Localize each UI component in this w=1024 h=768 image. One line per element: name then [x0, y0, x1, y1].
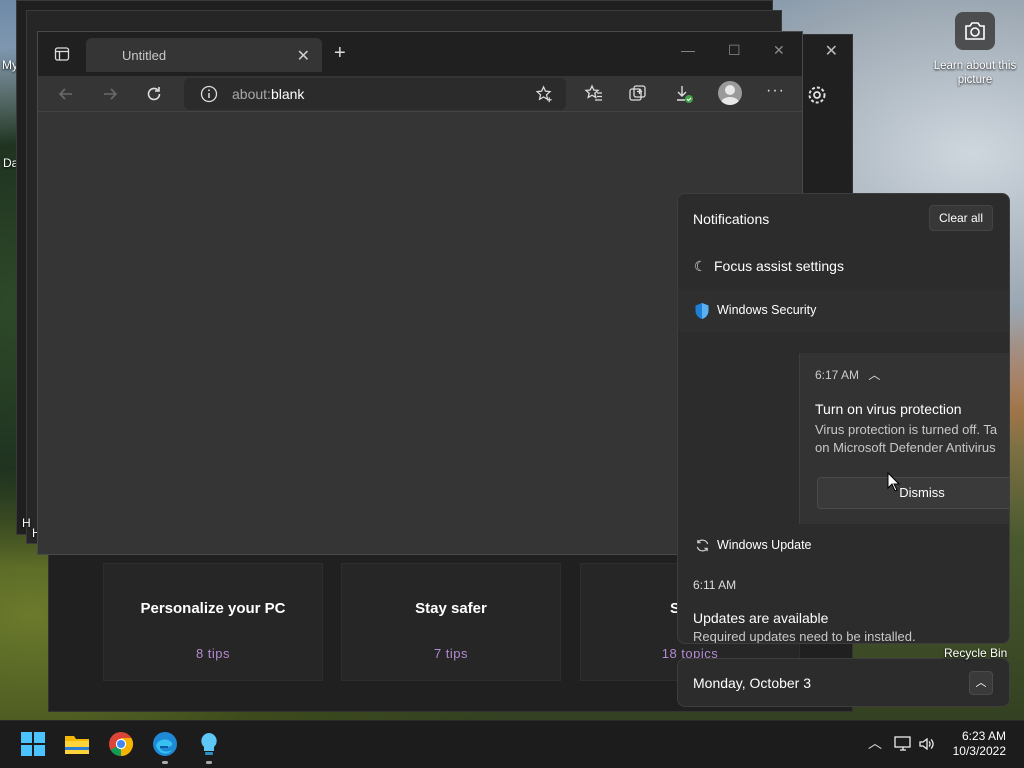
- toast-title: Turn on virus protection: [815, 401, 962, 417]
- learn-about-picture-widget[interactable]: [955, 12, 995, 50]
- camera-icon: [965, 22, 985, 40]
- start-icon[interactable]: [20, 731, 46, 757]
- notification-group-header: Windows Security: [678, 290, 1009, 332]
- address-text: about:blank: [232, 86, 304, 102]
- card-subtitle: 8 tips: [195, 646, 231, 661]
- favorites-icon[interactable]: [584, 84, 604, 104]
- calendar-date: Monday, October 3: [693, 675, 812, 691]
- recycle-bin-label[interactable]: Recycle Bin: [944, 646, 1007, 660]
- tips-icon[interactable]: [196, 731, 222, 757]
- chrome-icon[interactable]: [108, 731, 134, 757]
- clock-time: 6:23 AM: [961, 729, 1006, 743]
- running-indicator: [162, 761, 168, 764]
- system-clock[interactable]: 6:23 AM 10/3/2022: [953, 729, 1006, 759]
- taskbar: ︿ 6:23 AM 10/3/2022: [0, 720, 1024, 768]
- card-title: Personalize your PC: [140, 600, 286, 617]
- toast-time: 6:17 AM: [815, 368, 860, 382]
- learn-about-picture-label[interactable]: Learn about this picture: [932, 59, 1018, 87]
- notifications-header: Notifications: [693, 211, 770, 227]
- running-indicator: [206, 761, 212, 764]
- forward-icon[interactable]: [100, 84, 120, 104]
- group-app-name: Windows Security: [717, 303, 817, 317]
- tab-title: Untitled: [122, 48, 167, 63]
- windows-update-icon: [696, 539, 709, 552]
- moon-icon: ☾: [694, 258, 707, 274]
- dismiss-button[interactable]: Dismiss: [817, 477, 1009, 509]
- downloads-icon[interactable]: [674, 84, 694, 104]
- address-bar[interactable]: about:blank: [184, 78, 566, 110]
- show-hidden-icons-chevron-icon[interactable]: ︿: [868, 733, 882, 753]
- edge-icon[interactable]: [152, 731, 178, 757]
- window-fragment-label: H: [22, 516, 31, 530]
- clear-all-button[interactable]: Clear all: [928, 205, 993, 231]
- collections-icon[interactable]: [628, 84, 648, 104]
- toast-body: Virus protection is turned off. Ta on Mi…: [815, 421, 997, 457]
- notification-center: Notifications Clear all ☾ Focus assist se…: [677, 193, 1010, 644]
- focus-assist-label: Focus assist settings: [714, 258, 844, 274]
- card-subtitle: 7 tips: [433, 646, 469, 661]
- group-app-name: Windows Update: [717, 538, 812, 552]
- tips-card-personalize[interactable]: Personalize your PC 8 tips: [103, 563, 323, 681]
- close-tab-icon[interactable]: ✕: [297, 46, 310, 66]
- notification-title[interactable]: Updates are available: [693, 610, 828, 626]
- expand-calendar-icon[interactable]: ︿: [969, 671, 993, 695]
- address-prefix: about:: [232, 86, 271, 102]
- tab-actions-icon[interactable]: [54, 46, 70, 62]
- focus-assist-settings-link[interactable]: ☾ Focus assist settings: [694, 258, 844, 275]
- toast-timestamp: 6:17 AM ︿: [815, 366, 880, 383]
- volume-icon[interactable]: [918, 735, 936, 753]
- notification-time: 6:11 AM: [693, 578, 737, 592]
- notification-body: Required updates need to be installed.: [693, 629, 916, 644]
- profile-avatar[interactable]: [718, 81, 742, 105]
- browser-tab[interactable]: Untitled ✕: [86, 38, 322, 72]
- close-window-icon[interactable]: ✕: [773, 42, 785, 59]
- browser-titlebar: Untitled ✕ + — ☐ ✕: [38, 32, 802, 76]
- maximize-icon[interactable]: ☐: [728, 42, 741, 59]
- toast-body-line: Virus protection is turned off. Ta: [815, 422, 998, 437]
- toast-body-line: on Microsoft Defender Antivirus: [815, 440, 996, 455]
- notification-toast[interactable]: 6:17 AM ︿ Turn on virus protection Virus…: [799, 353, 1009, 524]
- notification-group-header: Windows Update: [678, 525, 1009, 567]
- card-title: Stay safer: [415, 600, 487, 617]
- settings-gear-icon[interactable]: [805, 83, 829, 107]
- network-icon[interactable]: [894, 735, 912, 753]
- refresh-icon[interactable]: [144, 84, 164, 104]
- tips-card-stay-safer[interactable]: Stay safer 7 tips: [341, 563, 561, 681]
- close-icon[interactable]: ✕: [825, 41, 838, 61]
- more-options-icon[interactable]: ···: [766, 82, 785, 100]
- calendar-flyout: Monday, October 3 ︿: [677, 658, 1010, 707]
- browser-toolbar: about:blank ···: [38, 76, 802, 112]
- minimize-icon[interactable]: —: [681, 42, 695, 58]
- info-icon[interactable]: [200, 85, 218, 103]
- file-explorer-icon[interactable]: [64, 731, 90, 757]
- new-tab-icon[interactable]: +: [334, 42, 346, 65]
- mouse-cursor: [887, 472, 901, 492]
- windows-security-shield-icon: [695, 303, 709, 319]
- back-icon[interactable]: [56, 84, 76, 104]
- chevron-up-icon[interactable]: ︿: [868, 368, 880, 382]
- address-host: blank: [270, 86, 305, 102]
- clock-date: 10/3/2022: [952, 744, 1006, 758]
- add-favorite-icon[interactable]: [535, 85, 554, 104]
